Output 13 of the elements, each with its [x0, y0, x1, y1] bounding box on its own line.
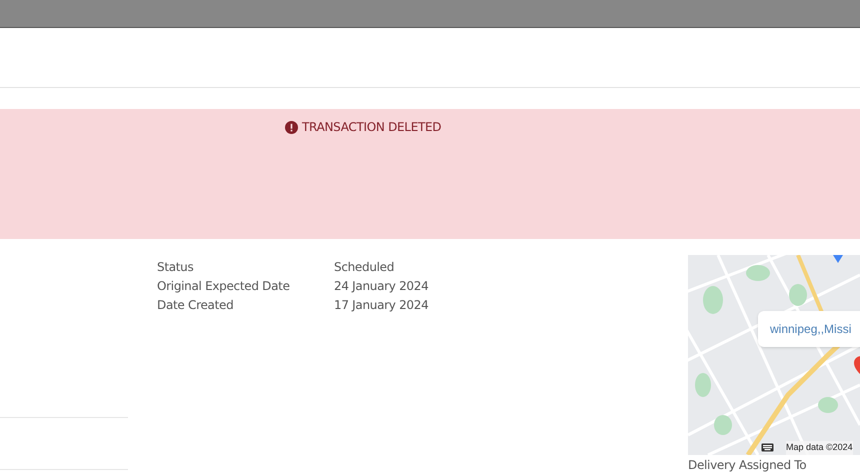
detail-label: Original Expected Date: [157, 278, 291, 294]
detail-value: 17 January 2024: [334, 296, 428, 314]
map-popup: winnipeg,,Missi: [758, 311, 860, 347]
detail-value: Scheduled: [334, 258, 394, 276]
alert-icon: [285, 120, 298, 134]
delivery-label: Delivery Assigned To: [688, 457, 808, 473]
keyboard-icon[interactable]: [761, 443, 774, 452]
map[interactable]: winnipeg,,Missi Map data ©2024: [688, 255, 860, 455]
detail-label: Status: [157, 258, 194, 276]
map-attribution: Map data ©2024: [786, 441, 853, 454]
detail-value: 24 January 2024: [334, 278, 428, 294]
alert-message: TRANSACTION DELETED: [302, 119, 442, 136]
detail-label: Date Created: [157, 296, 234, 314]
